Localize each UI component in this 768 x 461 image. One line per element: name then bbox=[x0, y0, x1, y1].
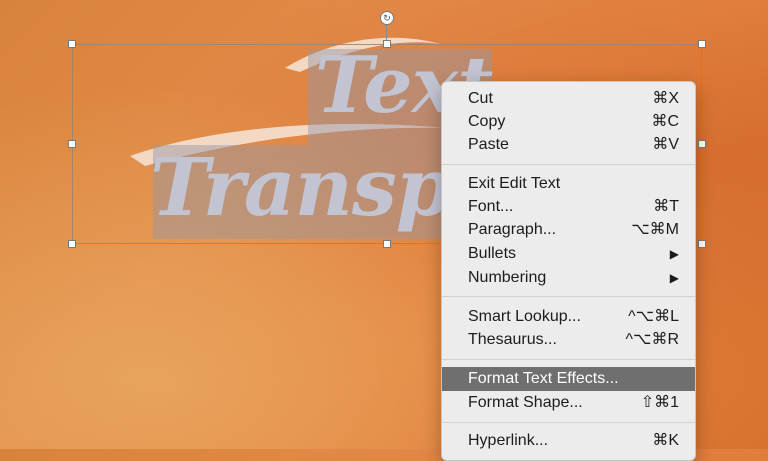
menu-item-shortcut: ⇧⌘1 bbox=[640, 394, 679, 411]
resize-handle-left[interactable] bbox=[68, 140, 76, 148]
menu-item-label: Format Text Effects... bbox=[468, 370, 619, 387]
menu-item-label: Bullets bbox=[468, 245, 517, 262]
menu-item-shortcut: ⌥⌘M bbox=[631, 221, 679, 238]
submenu-arrow-icon: ▶ bbox=[669, 271, 679, 285]
menu-item-hyperlink[interactable]: Hyperlink... ⌘K bbox=[442, 429, 695, 453]
menu-item-label: Smart Lookup... bbox=[468, 308, 581, 325]
menu-item-label: Copy bbox=[468, 113, 506, 130]
menu-item-label: Exit Edit Text bbox=[468, 175, 561, 192]
menu-item-shortcut: ⌘C bbox=[651, 113, 679, 130]
rotate-icon[interactable]: ↻ bbox=[380, 11, 394, 25]
menu-item-paragraph[interactable]: Paragraph... ⌥⌘M bbox=[442, 218, 695, 242]
resize-handle-bottom-right[interactable] bbox=[698, 240, 706, 248]
menu-item-bullets[interactable]: Bullets ▶ bbox=[442, 242, 695, 266]
resize-handle-top[interactable] bbox=[383, 40, 391, 48]
menu-item-label: Hyperlink... bbox=[468, 432, 549, 449]
menu-item-shortcut: ⌘V bbox=[652, 136, 679, 153]
resize-handle-bottom-left[interactable] bbox=[68, 240, 76, 248]
resize-handle-right[interactable] bbox=[698, 140, 706, 148]
menu-item-label: Thesaurus... bbox=[468, 331, 557, 348]
menu-item-cut[interactable]: Cut ⌘X bbox=[442, 87, 695, 111]
menu-item-label: Format Shape... bbox=[468, 394, 583, 411]
submenu-arrow-icon: ▶ bbox=[669, 247, 679, 261]
menu-item-copy[interactable]: Copy ⌘C bbox=[442, 110, 695, 134]
resize-handle-top-right[interactable] bbox=[698, 40, 706, 48]
menu-item-label: Numbering bbox=[468, 269, 547, 286]
menu-item-smart-lookup[interactable]: Smart Lookup... ^⌥⌘L bbox=[442, 305, 695, 329]
menu-item-label: Paragraph... bbox=[468, 221, 557, 238]
menu-item-shortcut: ^⌥⌘R bbox=[625, 331, 680, 348]
menu-item-shortcut: ⌘X bbox=[652, 90, 679, 107]
menu-item-thesaurus[interactable]: Thesaurus... ^⌥⌘R bbox=[442, 328, 695, 352]
menu-separator bbox=[442, 296, 695, 297]
menu-item-font[interactable]: Font... ⌘T bbox=[442, 195, 695, 219]
menu-item-label: Font... bbox=[468, 198, 514, 215]
resize-handle-bottom[interactable] bbox=[383, 240, 391, 248]
menu-item-paste[interactable]: Paste ⌘V bbox=[442, 133, 695, 157]
menu-item-label: Paste bbox=[468, 136, 509, 153]
menu-item-shortcut: ⌘T bbox=[653, 198, 679, 215]
menu-item-shortcut: ^⌥⌘L bbox=[628, 308, 679, 325]
menu-separator bbox=[442, 422, 695, 423]
menu-item-shortcut: ⌘K bbox=[652, 432, 679, 449]
menu-item-format-shape[interactable]: Format Shape... ⇧⌘1 bbox=[442, 391, 695, 415]
menu-item-numbering[interactable]: Numbering ▶ bbox=[442, 266, 695, 290]
menu-separator bbox=[442, 359, 695, 360]
resize-handle-top-left[interactable] bbox=[68, 40, 76, 48]
menu-separator bbox=[442, 164, 695, 165]
context-menu: Cut ⌘X Copy ⌘C Paste ⌘V Exit Edit Text F… bbox=[441, 81, 696, 461]
menu-item-exit-edit-text[interactable]: Exit Edit Text bbox=[442, 172, 695, 196]
menu-item-label: Cut bbox=[468, 90, 493, 107]
menu-item-format-text-effects[interactable]: Format Text Effects... bbox=[442, 367, 695, 391]
